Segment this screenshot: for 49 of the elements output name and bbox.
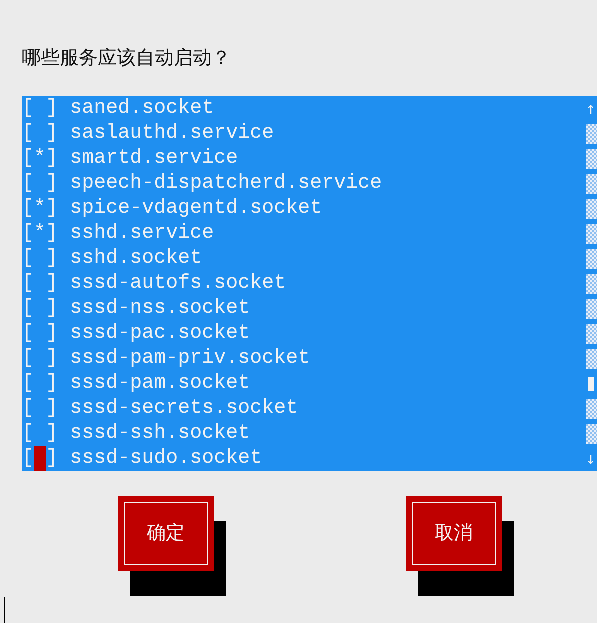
dialog-prompt: 哪些服务应该自动启动？ — [22, 46, 231, 71]
scrollbar-track — [586, 224, 596, 244]
checkbox[interactable]: [*] — [22, 221, 58, 246]
service-label: sssd-pac.socket — [70, 321, 250, 346]
service-label: sshd.service — [70, 221, 214, 246]
checkbox[interactable]: [ ] — [22, 171, 58, 196]
scrollbar-track — [586, 248, 596, 268]
checkbox[interactable]: [*] — [22, 196, 58, 221]
checkbox[interactable]: [ ] — [22, 421, 58, 446]
service-label: sssd-pam-priv.socket — [70, 346, 310, 371]
scrollbar-track — [586, 324, 596, 344]
checkbox[interactable]: [ ] — [22, 246, 58, 271]
service-label: sssd-secrets.socket — [70, 396, 298, 421]
checkbox[interactable]: [ ] — [22, 396, 58, 421]
checkbox[interactable]: [ ] — [22, 371, 58, 396]
checkbox[interactable]: [ ] — [22, 346, 58, 371]
service-label: sshd.socket — [70, 246, 202, 271]
service-label: saned.socket — [70, 96, 214, 121]
scrollbar-thumb[interactable] — [588, 376, 594, 390]
scroll-up-arrow[interactable]: ↑ — [586, 96, 596, 120]
scrollbar-track — [586, 148, 596, 168]
checkbox[interactable]: [ ] — [22, 271, 58, 296]
scrollbar-track — [586, 198, 596, 218]
service-label: spice-vdagentd.socket — [70, 196, 322, 221]
service-label: smartd.service — [70, 146, 238, 171]
scrollbar-track — [586, 424, 596, 444]
text-cursor — [4, 597, 5, 623]
service-label: sssd-pam.socket — [70, 371, 250, 396]
ok-button[interactable]: 确定 — [118, 496, 214, 571]
checkbox[interactable]: [*] — [22, 146, 58, 171]
scrollbar-track — [586, 274, 596, 294]
checkbox[interactable]: [ ] — [22, 121, 58, 146]
scroll-down-arrow[interactable]: ↓ — [586, 446, 596, 470]
cancel-button[interactable]: 取消 — [406, 496, 502, 571]
service-label: sssd-sudo.socket — [70, 446, 262, 471]
service-label: sssd-nss.socket — [70, 296, 250, 321]
scrollbar-track — [586, 398, 596, 418]
scrollbar-track — [586, 348, 596, 368]
service-label: sssd-ssh.socket — [70, 421, 250, 446]
scrollbar-track — [586, 298, 596, 318]
checkbox[interactable]: [ ] — [22, 96, 58, 121]
service-label: speech-dispatcherd.service — [70, 171, 382, 196]
service-label: saslauthd.service — [70, 121, 274, 146]
checkbox[interactable]: [ ] — [22, 321, 58, 346]
checkbox[interactable]: [ ] — [22, 446, 58, 471]
service-label: sssd-autofs.socket — [70, 271, 286, 296]
scrollbar-track — [586, 174, 596, 194]
scrollbar-track — [586, 124, 596, 144]
checkbox[interactable]: [ ] — [22, 296, 58, 321]
